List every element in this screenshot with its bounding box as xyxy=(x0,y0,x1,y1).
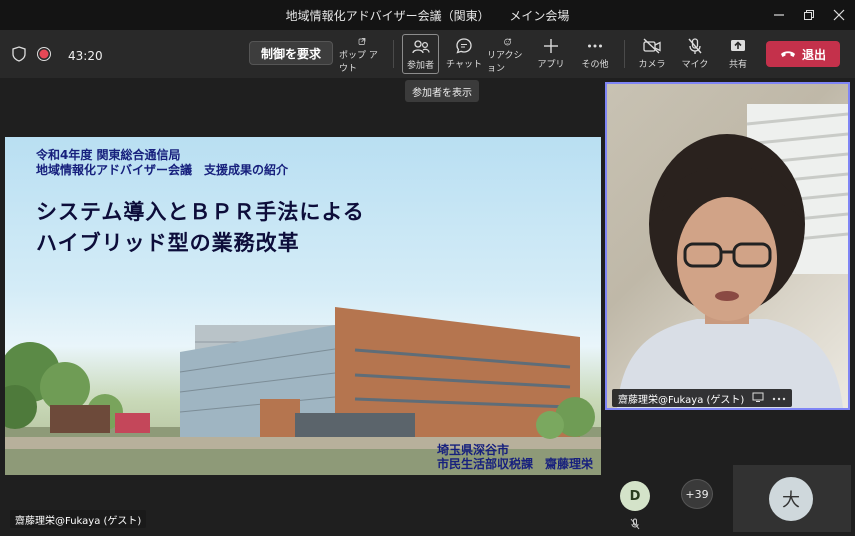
slide-presenter-line2: 市民生活部収税課 齋藤理栄 xyxy=(436,457,593,471)
camera-button[interactable]: カメラ xyxy=(636,34,668,74)
slide-title: システム導入とＢＰＲ手法による ハイブリッド型の業務改革 xyxy=(36,197,365,259)
apps-button[interactable]: アプリ xyxy=(536,34,566,74)
chat-button[interactable]: チャット xyxy=(446,34,482,74)
slide-organization: 令和4年度 関東総合通信局 地域情報化アドバイザー会議 支援成果の紹介 xyxy=(36,148,288,178)
meeting-toolbar: 43:20 制御を要求 ポップ アウト 参加者 チャット リアクション アプリ … xyxy=(0,30,855,78)
popout-button[interactable]: ポップ アウト xyxy=(339,34,385,74)
toolbar-divider xyxy=(624,40,625,68)
slide-presenter-line1: 埼玉県深谷市 xyxy=(436,443,509,457)
meeting-timer: 43:20 xyxy=(68,49,103,63)
participants-tooltip: 参加者を表示 xyxy=(405,80,479,102)
slide-presenter: 埼玉県深谷市 市民生活部収税課 齋藤理栄 xyxy=(437,443,593,471)
mic-muted-icon xyxy=(629,515,641,534)
participants-button[interactable]: 参加者 xyxy=(402,34,439,74)
meeting-title: 地域情報化アドバイザー会議（関東） xyxy=(285,9,490,23)
participant-avatar-d[interactable]: D xyxy=(620,481,650,511)
apps-label: アプリ xyxy=(537,60,565,70)
participant-name-label: 齋藤理栄@Fukaya (ゲスト) xyxy=(612,389,793,407)
leave-label: 退出 xyxy=(801,47,826,62)
reaction-icon xyxy=(504,38,512,46)
slide-title-line2: ハイブリッド型の業務改革 xyxy=(36,231,300,255)
hangup-icon xyxy=(780,51,795,57)
participant-video xyxy=(617,104,848,408)
leave-button[interactable]: 退出 xyxy=(766,41,840,67)
close-icon[interactable] xyxy=(828,4,850,26)
plus-icon xyxy=(544,39,558,53)
mic-label: マイク xyxy=(681,60,709,70)
toolbar-divider xyxy=(393,40,394,68)
minimize-icon[interactable] xyxy=(768,4,790,26)
more-label: その他 xyxy=(581,60,609,70)
stage-speaker-label: 齋藤理栄@Fukaya (ゲスト) xyxy=(10,510,147,528)
more-options-icon[interactable] xyxy=(772,393,786,404)
slide-org-line1: 令和4年度 関東総合通信局 xyxy=(36,148,181,162)
mic-button[interactable]: マイク xyxy=(680,34,710,74)
reaction-button[interactable]: リアクション xyxy=(487,34,529,74)
recording-icon xyxy=(36,46,52,66)
window-title: 地域情報化アドバイザー会議（関東） メイン会場 xyxy=(0,7,855,24)
screen-share-icon xyxy=(752,392,764,405)
shield-icon[interactable] xyxy=(12,46,26,66)
participant-avatar-dai: 大 xyxy=(769,477,813,521)
meeting-status: 43:20 xyxy=(12,46,103,66)
shared-slide: 令和4年度 関東総合通信局 地域情報化アドバイザー会議 支援成果の紹介 システム… xyxy=(5,137,601,475)
participant-name: 齋藤理栄@Fukaya (ゲスト) xyxy=(618,394,745,406)
meeting-room: メイン会場 xyxy=(509,9,570,23)
slide-building-illustration xyxy=(5,307,601,475)
mic-off-icon xyxy=(688,38,702,54)
share-icon xyxy=(731,40,745,51)
chat-label: チャット xyxy=(446,60,482,70)
participant-video-tile[interactable] xyxy=(605,82,850,410)
participants-label: 参加者 xyxy=(406,61,434,71)
chat-icon xyxy=(456,38,472,54)
share-label: 共有 xyxy=(728,60,747,70)
more-participants-count[interactable]: +39 xyxy=(681,479,713,509)
reaction-label: リアクション xyxy=(487,51,523,74)
slide-org-line2: 地域情報化アドバイザー会議 支援成果の紹介 xyxy=(36,163,289,177)
camera-off-icon xyxy=(643,38,661,54)
request-control-button[interactable]: 制御を要求 xyxy=(249,41,333,65)
people-icon xyxy=(411,40,430,54)
title-bar: 地域情報化アドバイザー会議（関東） メイン会場 xyxy=(0,0,855,30)
camera-label: カメラ xyxy=(638,60,666,70)
restore-icon[interactable] xyxy=(798,4,820,26)
slide-title-line1: システム導入とＢＰＲ手法による xyxy=(36,200,365,224)
more-icon xyxy=(588,44,602,48)
more-button[interactable]: その他 xyxy=(580,34,610,74)
popout-label: ポップ アウト xyxy=(339,51,378,74)
share-button[interactable]: 共有 xyxy=(724,34,752,74)
popout-icon xyxy=(358,38,366,45)
